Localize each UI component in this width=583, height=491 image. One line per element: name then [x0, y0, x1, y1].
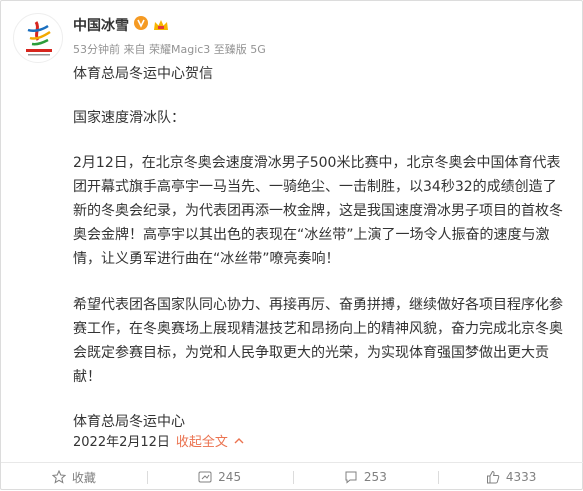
comment-button[interactable]: 253 — [292, 463, 439, 491]
post-paragraph: 希望代表团各国家队同心协力、再接再厉、奋勇拼搏，继续做好各项目程序化参赛工作，在… — [73, 297, 563, 385]
like-button[interactable]: 4333 — [438, 463, 583, 491]
forward-button[interactable]: 245 — [146, 463, 293, 491]
author-name[interactable]: 中国冰雪 — [73, 15, 129, 35]
author-name-row: 中国冰雪 — [73, 15, 169, 35]
action-bar: 收藏 245 253 4333 — [1, 462, 583, 491]
weibo-post-card: 中国冰雪 53分钟前 来自 荣耀Magic3 至臻版 5G 体育总局冬运中心贺信… — [0, 0, 583, 490]
post-paragraph: 2月12日，在北京冬奥会速度滑冰男子500米比赛中，北京冬奥会中国体育代表团开幕… — [73, 155, 563, 267]
post-date: 2022年2月12日 — [73, 435, 170, 450]
chevron-up-icon — [234, 433, 244, 448]
like-icon — [486, 470, 500, 484]
star-icon — [51, 470, 66, 484]
favorite-label: 收藏 — [71, 470, 96, 485]
avatar[interactable] — [13, 13, 63, 63]
post-title-line: 体育总局冬运中心贺信 — [73, 66, 213, 82]
collapse-label: 收起全文 — [175, 435, 228, 450]
comment-count: 253 — [363, 470, 387, 484]
forward-icon — [198, 470, 212, 484]
post-salutation: 国家速度滑冰队： — [73, 110, 185, 126]
collapse-button[interactable]: 收起全文 — [176, 431, 244, 450]
date-row: 2022年2月12日 收起全文 — [73, 431, 244, 450]
post-body: 体育总局冬运中心贺信 国家速度滑冰队： 2月12日，在北京冬奥会速度滑冰男子50… — [73, 63, 563, 433]
post-signature: 体育总局冬运中心 — [73, 414, 185, 430]
comment-icon — [344, 470, 358, 484]
like-count: 4333 — [505, 470, 537, 484]
verified-badge-icon — [134, 16, 148, 34]
forward-count: 245 — [218, 470, 242, 484]
post-meta: 53分钟前 来自 荣耀Magic3 至臻版 5G — [73, 43, 266, 56]
favorite-button[interactable]: 收藏 — [1, 463, 147, 491]
vip-crown-icon[interactable] — [153, 18, 169, 32]
